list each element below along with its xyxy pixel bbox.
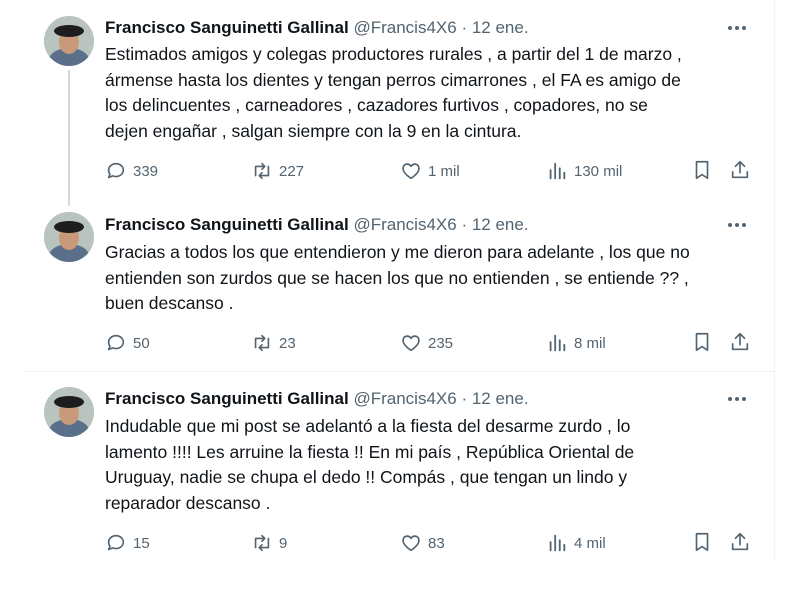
tweet-actions: 50 23 235 8 mil — [105, 331, 765, 355]
views-count: 8 mil — [574, 334, 606, 352]
reply-button[interactable]: 339 — [105, 159, 158, 183]
bookmark-icon[interactable] — [691, 331, 713, 353]
tweet-text: Gracias a todos los que entendieron y me… — [105, 242, 690, 313]
tweet[interactable]: Francisco Sanguinetti Gallinal @Francis4… — [24, 200, 774, 370]
tweet-header: Francisco Sanguinetti Gallinal @Francis4… — [105, 214, 529, 236]
author-name[interactable]: Francisco Sanguinetti Gallinal — [105, 389, 349, 408]
tweet-actions: 339 227 1 mil 130 mil — [105, 159, 765, 183]
reply-count: 50 — [133, 334, 150, 352]
views-button[interactable]: 8 mil — [546, 331, 606, 355]
like-count: 1 mil — [428, 162, 460, 180]
retweet-icon — [254, 534, 270, 552]
more-icon[interactable] — [724, 389, 754, 409]
like-button[interactable]: 83 — [400, 531, 445, 555]
views-count: 4 mil — [574, 534, 606, 552]
tweet[interactable]: Francisco Sanguinetti Gallinal @Francis4… — [24, 371, 774, 563]
like-icon — [402, 163, 420, 180]
avatar[interactable] — [44, 212, 94, 262]
reply-icon — [107, 162, 125, 179]
timeline: Francisco Sanguinetti Gallinal @Francis4… — [24, 0, 775, 562]
retweet-button[interactable]: 9 — [251, 531, 287, 555]
views-button[interactable]: 130 mil — [546, 159, 622, 183]
reply-icon — [107, 334, 125, 351]
views-icon — [549, 334, 566, 352]
share-icon[interactable] — [729, 531, 751, 553]
retweet-count: 9 — [279, 534, 288, 552]
like-count: 83 — [428, 534, 445, 552]
avatar[interactable] — [44, 16, 94, 66]
tweet-date[interactable]: · 12 ene. — [461, 215, 528, 234]
share-icon[interactable] — [729, 159, 751, 181]
more-icon[interactable] — [724, 18, 754, 38]
author-handle[interactable]: @Francis4X6 — [353, 389, 456, 408]
retweet-icon — [254, 334, 270, 352]
avatar[interactable] — [44, 387, 94, 437]
tweet-actions: 15 9 83 4 mil — [105, 531, 765, 555]
bookmark-icon[interactable] — [691, 531, 713, 553]
author-handle[interactable]: @Francis4X6 — [353, 215, 456, 234]
share-icon[interactable] — [729, 331, 751, 353]
thread-connector — [68, 70, 70, 206]
author-name[interactable]: Francisco Sanguinetti Gallinal — [105, 18, 349, 37]
views-count: 130 mil — [574, 162, 623, 180]
tweet[interactable]: Francisco Sanguinetti Gallinal @Francis4… — [24, 0, 774, 206]
retweet-count: 23 — [279, 334, 296, 352]
like-icon — [402, 535, 420, 552]
retweet-button[interactable]: 227 — [251, 159, 304, 183]
tweet-text: Indudable que mi post se adelantó a la f… — [105, 416, 635, 513]
reply-count: 339 — [133, 162, 159, 180]
tweet-header: Francisco Sanguinetti Gallinal @Francis4… — [105, 17, 529, 39]
views-icon — [549, 534, 566, 552]
more-icon[interactable] — [724, 215, 754, 235]
views-icon — [549, 162, 566, 180]
retweet-icon — [254, 162, 270, 180]
like-button[interactable]: 235 — [400, 331, 453, 355]
reply-count: 15 — [133, 534, 150, 552]
retweet-button[interactable]: 23 — [251, 331, 296, 355]
bookmark-icon[interactable] — [691, 159, 713, 181]
reply-icon — [107, 534, 125, 551]
author-name[interactable]: Francisco Sanguinetti Gallinal — [105, 215, 349, 234]
tweet-date[interactable]: · 12 ene. — [461, 18, 528, 37]
views-button[interactable]: 4 mil — [546, 531, 606, 555]
like-icon — [402, 335, 420, 352]
author-handle[interactable]: @Francis4X6 — [353, 18, 456, 37]
like-button[interactable]: 1 mil — [400, 159, 460, 183]
retweet-count: 227 — [279, 162, 305, 180]
like-count: 235 — [428, 334, 454, 352]
reply-button[interactable]: 15 — [105, 531, 150, 555]
tweet-date[interactable]: · 12 ene. — [461, 389, 528, 408]
tweet-text: Estimados amigos y colegas productores r… — [105, 44, 682, 141]
tweet-header: Francisco Sanguinetti Gallinal @Francis4… — [105, 388, 529, 410]
reply-button[interactable]: 50 — [105, 331, 150, 355]
